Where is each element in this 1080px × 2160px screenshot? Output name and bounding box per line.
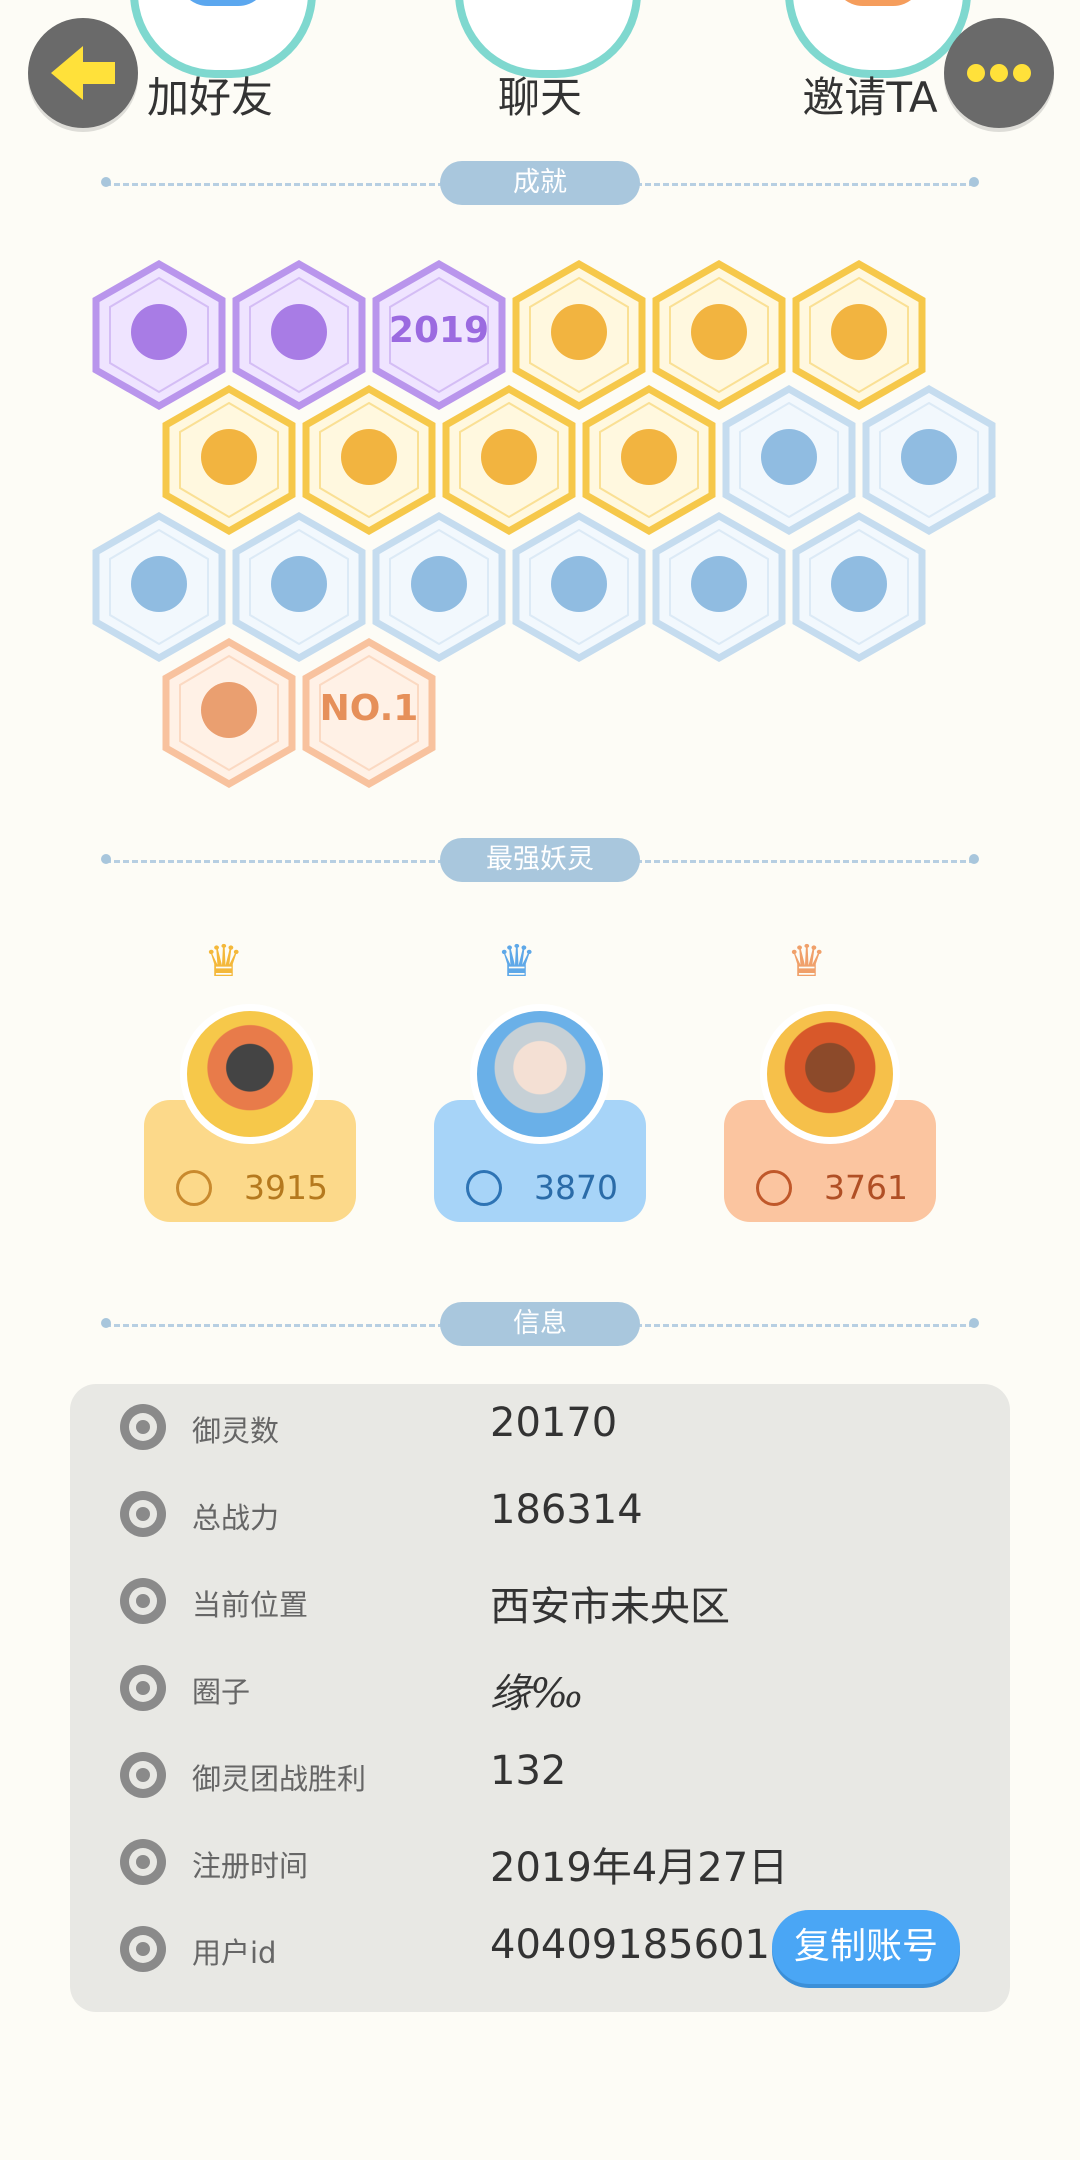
more-button[interactable] — [944, 18, 1054, 128]
sword-icon — [466, 1170, 502, 1206]
id-card-icon — [120, 1926, 166, 1972]
crown-icon: ♛ — [787, 936, 827, 987]
strongest-header: 最强妖灵 — [101, 838, 979, 882]
ice-book-icon[interactable] — [510, 512, 648, 662]
ice-belt-icon[interactable] — [650, 512, 788, 662]
sword-icon — [756, 1170, 792, 1206]
spirit-avatar[interactable] — [760, 1004, 900, 1144]
info-label: 总战力 — [192, 1501, 280, 1535]
spirit-count-icon — [120, 1404, 166, 1450]
info-title: 信息 — [440, 1302, 640, 1346]
info-label: 御灵团战胜利 — [192, 1762, 367, 1796]
crossed-swords-icon[interactable] — [790, 512, 928, 662]
info-row-spirit-count: 御灵数 20170 — [70, 1384, 1010, 1471]
circle-link[interactable]: 缘‰ — [490, 1661, 584, 1719]
badge-text: 2019 — [389, 310, 489, 351]
achievements-title: 成就 — [440, 161, 640, 205]
chat-label[interactable]: 聊天 — [430, 64, 650, 125]
spirit-score: 3915 — [244, 1168, 328, 1207]
info-row-location: 当前位置 西安市未央区 — [70, 1558, 1010, 1645]
spirit-avatar[interactable] — [180, 1004, 320, 1144]
info-value: 186314 — [490, 1487, 643, 1533]
copy-account-button[interactable]: 复制账号 — [772, 1910, 960, 1984]
info-header: 信息 — [101, 1302, 979, 1346]
spirit-avatar[interactable] — [470, 1004, 610, 1144]
sword-icon — [120, 1491, 166, 1537]
info-row-team-wins: 御灵团战胜利 132 — [70, 1732, 1010, 1819]
info-label: 注册时间 — [192, 1849, 309, 1883]
add-friend-label[interactable]: 加好友 — [100, 64, 320, 125]
info-value: 西安市未央区 — [490, 1584, 730, 1630]
location-pin-icon — [120, 1578, 166, 1624]
badge-text: NO.1 — [320, 688, 419, 729]
info-value: 132 — [490, 1748, 567, 1794]
info-value: 2019年4月27日 — [490, 1845, 789, 1891]
achievements-header: 成就 — [101, 161, 979, 205]
info-value: 20170 — [490, 1400, 618, 1446]
spirit-score: 3870 — [534, 1168, 618, 1207]
info-label: 御灵数 — [192, 1414, 280, 1448]
user-id-value: 40409185601 — [490, 1922, 770, 1968]
strongest-title: 最强妖灵 — [440, 838, 640, 882]
info-label: 当前位置 — [192, 1588, 309, 1622]
info-label: 用户id — [192, 1936, 277, 1970]
info-row-register-date: 注册时间 2019年4月27日 — [70, 1819, 1010, 1906]
info-label: 圈子 — [192, 1675, 251, 1709]
more-dots-icon — [967, 64, 1031, 82]
clock-icon — [120, 1839, 166, 1885]
info-row-power: 总战力 186314 — [70, 1471, 1010, 1558]
spirit-score: 3761 — [824, 1168, 908, 1207]
crown-icon: ♛ — [497, 936, 537, 987]
no1-badge-icon[interactable]: NO.1 — [300, 638, 438, 788]
target-icon — [120, 1665, 166, 1711]
stroller-icon[interactable] — [160, 638, 298, 788]
crown-icon: ♛ — [204, 936, 244, 987]
sword-icon — [176, 1170, 212, 1206]
info-row-circle: 圈子 缘‰ — [70, 1645, 1010, 1732]
trophy-figure-icon — [120, 1752, 166, 1798]
